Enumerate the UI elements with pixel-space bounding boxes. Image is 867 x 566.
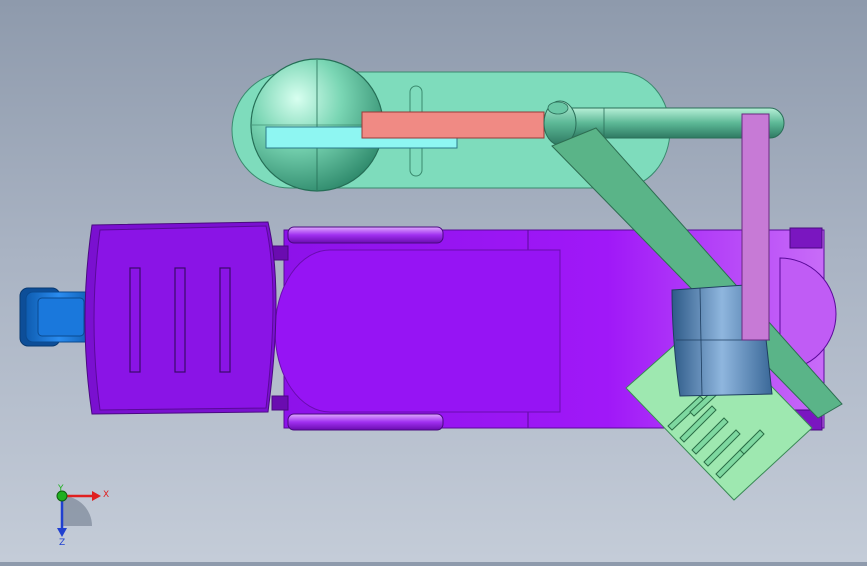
- axis-triad: X Y Z: [56, 484, 109, 548]
- handle-block[interactable]: [84, 221, 277, 415]
- grip-slot-2: [174, 267, 186, 373]
- upper-linkage[interactable]: [231, 58, 785, 192]
- grip-slot-3: [219, 267, 231, 373]
- y-axis-label: Y: [57, 484, 64, 494]
- grip-slot-1: [129, 267, 141, 373]
- blue-knob[interactable]: [19, 287, 93, 347]
- x-axis-label: X: [103, 490, 109, 500]
- top-rail[interactable]: [287, 226, 444, 244]
- z-axis-label: Z: [59, 538, 65, 548]
- cad-viewport[interactable]: X Y Z: [0, 0, 867, 562]
- salmon-rod[interactable]: [361, 111, 545, 139]
- vertical-column[interactable]: [741, 113, 770, 341]
- bottom-rail[interactable]: [287, 413, 444, 431]
- model-canvas[interactable]: X Y Z: [0, 0, 867, 562]
